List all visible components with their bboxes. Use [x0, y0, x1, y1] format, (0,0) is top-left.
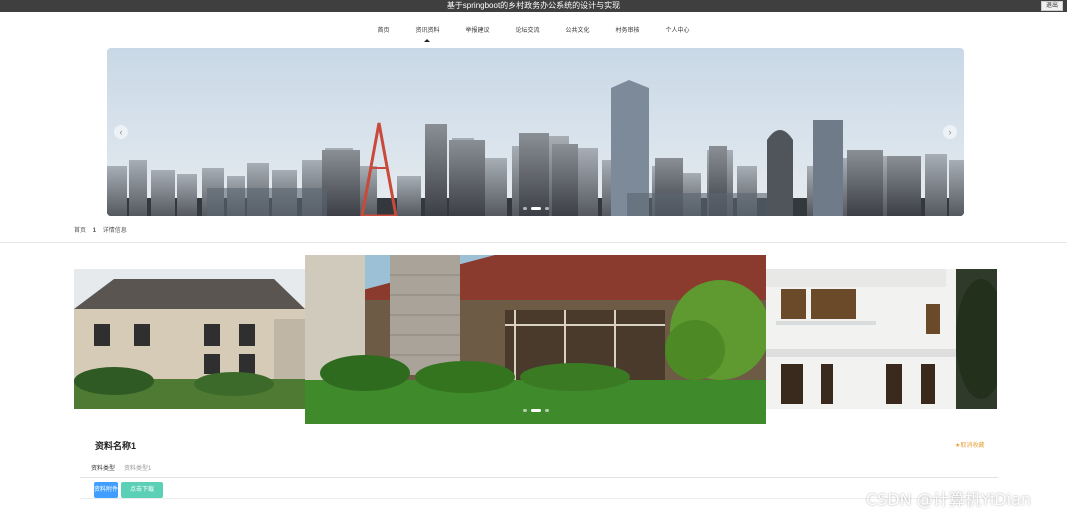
gallery-image-next[interactable] — [766, 269, 997, 409]
chevron-right-icon: › — [948, 127, 952, 137]
banner-dot[interactable] — [544, 207, 549, 210]
gallery-image-current[interactable] — [305, 255, 766, 424]
exit-button[interactable]: 退出 — [1041, 1, 1063, 11]
nav-item-profile[interactable]: 个人中心 — [666, 22, 690, 40]
window-title: 基于springboot的乡村政务办公系统的设计与实现 — [446, 1, 621, 10]
banner-indicators — [107, 207, 964, 210]
detail-tabs: 资料类型 资料类型1 — [80, 463, 998, 478]
main-nav: 首页 资讯资料 举报建议 论坛交流 公共文化 村务审核 个人中心 — [0, 22, 1067, 42]
attachment-button[interactable]: 资料附件 — [94, 482, 118, 498]
city-skyline-image — [107, 80, 964, 216]
gallery-indicators — [305, 409, 766, 412]
breadcrumb: 首页 1 详情信息 — [74, 225, 127, 234]
tab-type-value[interactable]: 资料类型1 — [124, 463, 151, 475]
breadcrumb-current: 详情信息 — [102, 228, 127, 234]
tab-type-label[interactable]: 资料类型 — [91, 463, 115, 475]
banner-prev-arrow[interactable]: ‹ — [114, 125, 128, 139]
hero-banner-carousel[interactable]: ‹ › — [107, 48, 964, 216]
gallery-dot[interactable] — [544, 409, 549, 412]
nav-item-home[interactable]: 首页 — [377, 22, 389, 40]
breadcrumb-separator: 1 — [92, 228, 97, 234]
detail-image-carousel[interactable] — [0, 255, 1067, 425]
download-button[interactable]: 点击下载 — [121, 482, 163, 498]
divider — [0, 242, 1067, 243]
nav-item-audit[interactable]: 村务审核 — [616, 22, 640, 40]
watermark-text: CSDN @计算机YiDian — [866, 490, 1032, 509]
banner-dot[interactable] — [522, 207, 527, 210]
nav-item-forum[interactable]: 论坛交流 — [515, 22, 539, 40]
favorite-toggle[interactable]: ★取消收藏 — [955, 440, 984, 449]
breadcrumb-home[interactable]: 首页 — [74, 228, 86, 234]
chevron-left-icon: ‹ — [119, 127, 123, 137]
nav-item-culture[interactable]: 公共文化 — [566, 22, 590, 40]
window-titlebar: 基于springboot的乡村政务办公系统的设计与实现 退出 — [0, 0, 1067, 12]
gallery-image-previous[interactable] — [74, 269, 305, 409]
nav-item-info[interactable]: 资讯资料 — [415, 22, 439, 42]
nav-item-report[interactable]: 举报建议 — [465, 22, 489, 40]
gallery-dot-active[interactable] — [530, 409, 541, 412]
gallery-dot[interactable] — [522, 409, 527, 412]
detail-title: 资料名称1 — [95, 441, 137, 451]
divider — [80, 498, 998, 499]
banner-dot-active[interactable] — [530, 207, 541, 210]
banner-next-arrow[interactable]: › — [943, 125, 957, 139]
